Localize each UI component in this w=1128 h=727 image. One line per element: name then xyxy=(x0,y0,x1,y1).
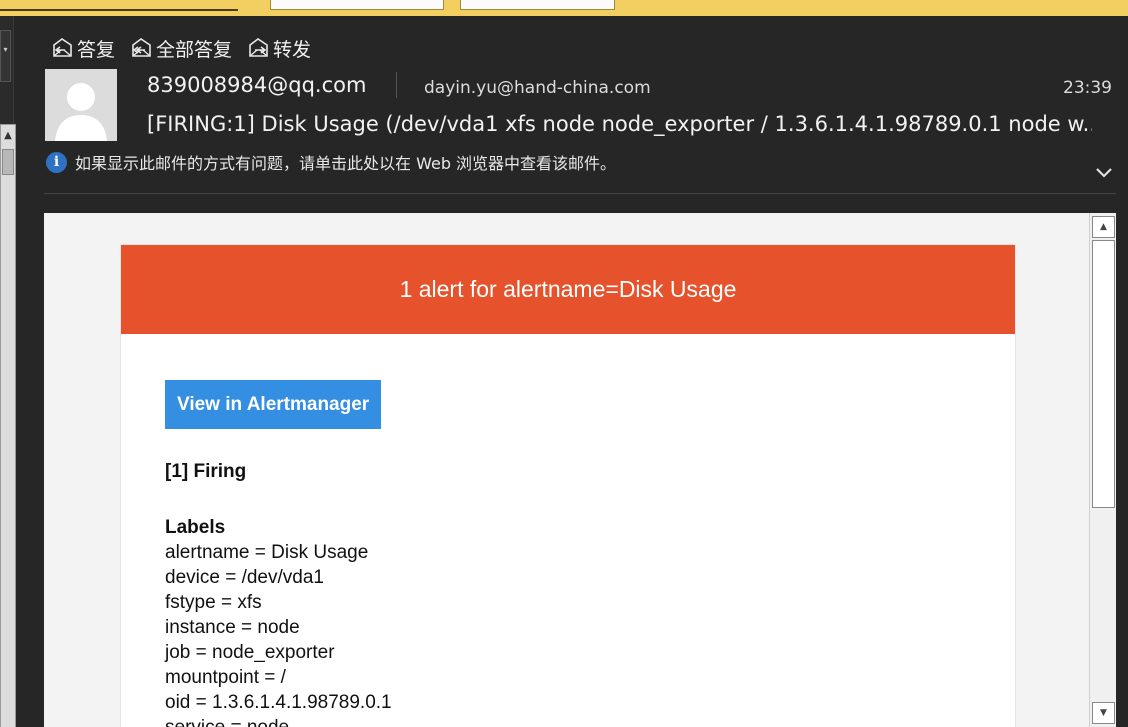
header-separator xyxy=(44,193,1116,194)
label-item: job = node_exporter xyxy=(165,642,335,663)
forward-label: 转发 xyxy=(273,38,312,61)
chevron-down-icon[interactable] xyxy=(1094,162,1114,182)
label-item: service = node xyxy=(165,715,971,727)
labels-heading: Labels xyxy=(165,517,226,538)
message-subject: [FIRING:1] Disk Usage (/dev/vda1 xfs nod… xyxy=(147,112,1092,136)
scroll-up-icon[interactable]: ▲ xyxy=(1092,216,1115,238)
scrollbar-thumb[interactable] xyxy=(2,149,14,175)
label-item: mountpoint = / xyxy=(165,667,286,688)
label-item: fstype = xfs xyxy=(165,592,262,613)
message-body: 1 alert for alertname=Disk Usage View in… xyxy=(44,213,1116,727)
infobar-button-1[interactable] xyxy=(270,0,444,10)
labels-list: alertname = Disk Usage device = /dev/vda… xyxy=(165,540,971,727)
forward-button[interactable]: 转发 xyxy=(246,34,311,62)
collapse-pane-button[interactable]: ▾ xyxy=(0,30,11,82)
header-divider xyxy=(396,72,397,98)
alert-header: 1 alert for alertname=Disk Usage xyxy=(121,245,1015,334)
label-item: alertname = Disk Usage xyxy=(165,542,369,563)
alert-card: 1 alert for alertname=Disk Usage View in… xyxy=(120,244,1016,727)
message-list-scrollbar[interactable]: ▲ xyxy=(0,124,16,727)
reply-all-label: 全部答复 xyxy=(156,38,233,61)
label-item: device = /dev/vda1 xyxy=(165,567,324,588)
message-actions: 答复 全部答复 转发 xyxy=(50,34,311,62)
notice-text: 如果显示此邮件的方式有问题，请单击此处以在 Web 浏览器中查看该邮件。 xyxy=(75,154,617,173)
reply-button[interactable]: 答复 xyxy=(50,34,115,62)
info-bar xyxy=(0,0,1128,16)
infobar-button-2[interactable] xyxy=(460,0,615,10)
scroll-up-arrow-icon[interactable]: ▲ xyxy=(1,125,15,147)
reply-label: 答复 xyxy=(77,38,116,61)
browser-view-notice[interactable]: i 如果显示此邮件的方式有问题，请单击此处以在 Web 浏览器中查看该邮件。 xyxy=(46,150,616,174)
firing-heading: [1] Firing xyxy=(165,461,247,482)
person-icon xyxy=(45,69,117,141)
reply-icon xyxy=(53,38,72,57)
label-item: instance = node xyxy=(165,617,300,638)
received-time: 23:39 xyxy=(1063,78,1112,98)
sender-avatar[interactable] xyxy=(45,69,117,141)
folder-pane-edge: ▾ ▲ xyxy=(0,16,16,727)
info-icon: i xyxy=(46,151,67,173)
scroll-down-icon[interactable]: ▼ xyxy=(1092,702,1115,724)
forward-icon xyxy=(249,38,268,57)
sender-address[interactable]: 839008984@qq.com xyxy=(147,73,366,97)
view-in-alertmanager-button[interactable]: View in Alertmanager xyxy=(165,380,382,429)
message-scrollbar-thumb[interactable] xyxy=(1092,240,1115,508)
infobar-link[interactable] xyxy=(0,0,238,11)
reply-all-button[interactable]: 全部答复 xyxy=(129,34,232,62)
reply-all-icon xyxy=(132,38,151,57)
message-scrollbar[interactable]: ▲ ▼ xyxy=(1089,213,1116,727)
recipient-address[interactable]: dayin.yu@hand-china.com xyxy=(424,78,651,98)
label-item: oid = 1.3.6.1.4.1.98789.0.1 xyxy=(165,692,392,713)
